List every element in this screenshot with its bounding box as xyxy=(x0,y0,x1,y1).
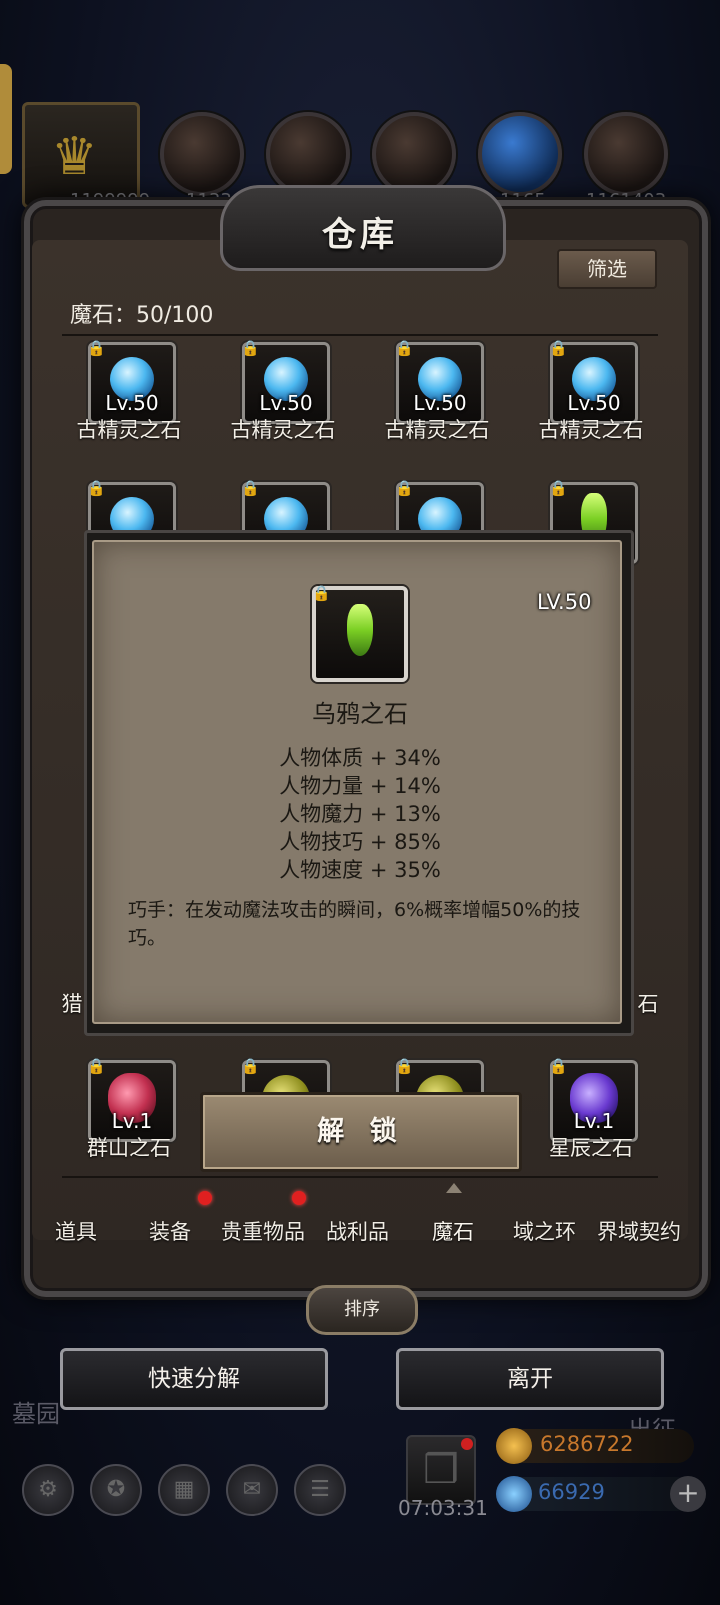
slot-name: 古精灵之石 xyxy=(76,418,182,442)
active-tab-caret xyxy=(446,1183,462,1193)
crown-icon: ♛ xyxy=(51,127,98,187)
detail-description: 巧手：在发动魔法攻击的瞬间，6%概率增幅50%的技巧。 xyxy=(128,899,581,949)
slot-name: 群山之石 xyxy=(87,1136,171,1160)
lock-icon: 🔒 xyxy=(241,1057,260,1075)
lock-icon: 🔒 xyxy=(312,584,331,602)
stone-count: 魔石：50/100 xyxy=(70,303,214,328)
stone-slot[interactable]: 🔒 Lv.1 xyxy=(87,1057,176,1142)
tab-valuables[interactable]: 贵重物品 xyxy=(221,1216,305,1246)
chat-icon[interactable]: ☰ xyxy=(294,1464,346,1516)
lock-icon: 🔒 xyxy=(395,1057,414,1075)
slot-name: 星辰之石 xyxy=(549,1136,633,1160)
stat-line: 人物速度 + 35% xyxy=(279,858,441,882)
crystal-resource-icon[interactable] xyxy=(478,112,562,196)
lock-icon: 🔒 xyxy=(395,479,414,497)
lock-icon: 🔒 xyxy=(549,479,568,497)
sort-button[interactable]: 排序 xyxy=(306,1285,418,1335)
blue-gem-icon xyxy=(496,1476,532,1512)
plank-resource-icon[interactable] xyxy=(266,112,350,196)
stone-slot[interactable]: 🔒 Lv.50 xyxy=(241,339,330,424)
detail-name: 乌鸦之石 xyxy=(312,700,408,728)
wood-resource-icon[interactable] xyxy=(160,112,244,196)
lock-icon: 🔒 xyxy=(241,479,260,497)
slot-name: 古精灵之石 xyxy=(538,418,644,442)
slot-level: Lv.50 xyxy=(259,391,313,415)
notification-dot xyxy=(461,1438,473,1450)
lock-icon: 🔒 xyxy=(241,339,260,357)
stone-slot[interactable]: 🔒 Lv.50 xyxy=(395,339,484,424)
star-icon[interactable]: ✪ xyxy=(90,1464,142,1516)
divider xyxy=(62,1176,658,1178)
lock-icon: 🔒 xyxy=(87,1057,106,1075)
stone-slot[interactable]: 🔒 Lv.1 xyxy=(549,1057,638,1142)
lock-icon: 🔒 xyxy=(395,339,414,357)
divider xyxy=(62,334,658,336)
lock-icon: 🔒 xyxy=(87,339,106,357)
tab-realm-contract[interactable]: 界域契约 xyxy=(597,1216,681,1246)
iron-resource-icon[interactable] xyxy=(372,112,456,196)
gem-value: 66929 xyxy=(538,1480,605,1504)
stat-line: 人物魔力 + 13% xyxy=(279,802,441,826)
slot-level: Lv.50 xyxy=(567,391,621,415)
lock-icon: 🔒 xyxy=(87,479,106,497)
stat-line: 人物技巧 + 85% xyxy=(279,830,441,854)
settings-icon[interactable]: ⚙ xyxy=(22,1464,74,1516)
gift-timer: 07:03:31 xyxy=(398,1496,488,1520)
gold-value: 6286722 xyxy=(540,1432,634,1456)
lock-icon: 🔒 xyxy=(549,339,568,357)
tab-equipment[interactable]: 装备 xyxy=(149,1216,191,1246)
detail-level: LV.50 xyxy=(537,590,592,614)
notification-dot xyxy=(292,1191,306,1205)
unlock-button[interactable]: 解 锁 xyxy=(200,1092,522,1172)
stat-line: 人物体质 + 34% xyxy=(279,746,441,770)
slot-name: 古精灵之石 xyxy=(384,418,490,442)
stat-line: 人物力量 + 14% xyxy=(279,774,441,798)
add-gems-button[interactable]: + xyxy=(670,1476,706,1512)
gold-coin-icon xyxy=(496,1428,532,1464)
slot-level: Lv.1 xyxy=(573,1109,615,1133)
mail-icon[interactable]: ✉ xyxy=(226,1464,278,1516)
green-stone-icon xyxy=(347,604,373,656)
tab-loot[interactable]: 战利品 xyxy=(326,1216,389,1246)
ingot-resource-icon[interactable] xyxy=(584,112,668,196)
tab-items[interactable]: 道具 xyxy=(55,1216,97,1246)
leave-button[interactable]: 离开 xyxy=(396,1348,664,1410)
tab-magic-stones[interactable]: 魔石 xyxy=(432,1216,474,1246)
map-icon[interactable]: ▦ xyxy=(158,1464,210,1516)
slot-level: Lv.50 xyxy=(105,391,159,415)
tab-domain-ring[interactable]: 域之环 xyxy=(513,1216,576,1246)
slot-name: 古精灵之石 xyxy=(230,418,336,442)
slot-level: Lv.50 xyxy=(413,391,467,415)
notification-dot xyxy=(198,1191,212,1205)
stone-slot[interactable]: 🔒 Lv.50 xyxy=(549,339,638,424)
lock-icon: 🔒 xyxy=(549,1057,568,1075)
side-tab[interactable] xyxy=(0,64,12,174)
cemetery-label[interactable]: 墓园 xyxy=(12,1394,60,1429)
detail-stone-slot: 🔒 xyxy=(312,584,408,682)
stone-slot[interactable]: 🔒 Lv.50 xyxy=(87,339,176,424)
quick-decompose-button[interactable]: 快速分解 xyxy=(60,1348,328,1410)
filter-button[interactable]: 筛选 xyxy=(557,249,657,289)
slot-level: Lv.1 xyxy=(111,1109,153,1133)
